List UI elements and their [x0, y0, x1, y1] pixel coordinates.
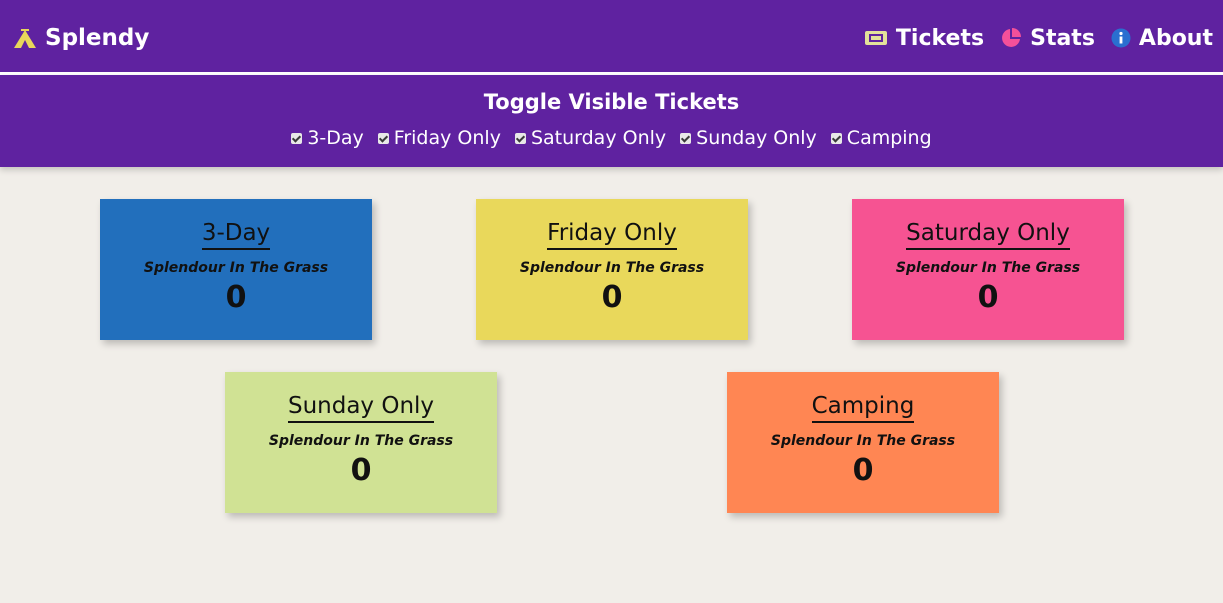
toggle-3-day[interactable]: 3-Day [291, 127, 364, 149]
checkbox-3-day[interactable] [291, 132, 303, 144]
toggle-list: 3-Day Friday Only Saturday Only Sunday O… [0, 127, 1223, 149]
card-ticket-count: 0 [601, 280, 623, 315]
checkbox-saturday-only[interactable] [514, 132, 526, 144]
card-title: 3-Day [201, 219, 271, 250]
brand-link[interactable]: Splendy [12, 23, 149, 53]
card-ticket-count: 0 [350, 453, 372, 488]
toggle-label: Saturday Only [530, 127, 667, 149]
toggle-camping[interactable]: Camping [830, 127, 932, 149]
checkbox-sunday-only[interactable] [680, 132, 692, 144]
nav-about-label: About [1138, 25, 1213, 51]
ticket-icon [864, 29, 888, 47]
card-ticket-count: 0 [977, 280, 999, 315]
nav-tickets-link[interactable]: Tickets [864, 26, 984, 51]
card-event-name: Splendour In The Grass [143, 260, 329, 276]
card-event-name: Splendour In The Grass [770, 433, 956, 449]
nav-links: Tickets Stats About [864, 23, 1213, 53]
ticket-card-sunday-only[interactable]: Sunday Only Splendour In The Grass 0 [225, 372, 497, 513]
card-event-name: Splendour In The Grass [268, 433, 454, 449]
toggle-label: Camping [846, 127, 932, 149]
card-title: Camping [811, 392, 915, 423]
checkbox-friday-only[interactable] [377, 132, 389, 144]
toggle-friday-only[interactable]: Friday Only [377, 127, 501, 149]
toggle-sunday-only[interactable]: Sunday Only [680, 127, 817, 149]
brand-name: Splendy [45, 25, 150, 51]
nav-stats-label: Stats [1030, 25, 1095, 51]
info-icon [1111, 28, 1131, 48]
card-title: Saturday Only [906, 219, 1070, 250]
card-ticket-count: 0 [225, 280, 247, 315]
ticket-card-saturday-only[interactable]: Saturday Only Splendour In The Grass 0 [852, 199, 1124, 340]
checkbox-camping[interactable] [830, 132, 842, 144]
toggle-label: Friday Only [393, 127, 501, 149]
ticket-card-camping[interactable]: Camping Splendour In The Grass 0 [727, 372, 999, 513]
card-ticket-count: 0 [852, 453, 874, 488]
pie-chart-icon [1000, 27, 1022, 49]
nav-tickets-label: Tickets [895, 25, 985, 51]
ticket-card-friday-only[interactable]: Friday Only Splendour In The Grass 0 [476, 199, 748, 340]
card-event-name: Splendour In The Grass [519, 260, 705, 276]
toggle-label: Sunday Only [696, 127, 817, 149]
nav-stats-link[interactable]: Stats [1000, 26, 1095, 51]
nav-about-link[interactable]: About [1111, 26, 1213, 51]
card-event-name: Splendour In The Grass [895, 260, 1081, 276]
top-navbar: Splendy Tickets Stats About [0, 0, 1223, 72]
toggle-saturday-only[interactable]: Saturday Only [514, 127, 667, 149]
card-title: Sunday Only [287, 392, 435, 423]
toggle-title: Toggle Visible Tickets [483, 90, 740, 114]
ticket-card-3-day[interactable]: 3-Day Splendour In The Grass 0 [100, 199, 372, 340]
toggle-panel: Toggle Visible Tickets 3-Day Friday Only… [0, 75, 1223, 167]
toggle-label: 3-Day [307, 127, 364, 149]
card-title: Friday Only [547, 219, 677, 250]
tent-icon [12, 27, 38, 49]
